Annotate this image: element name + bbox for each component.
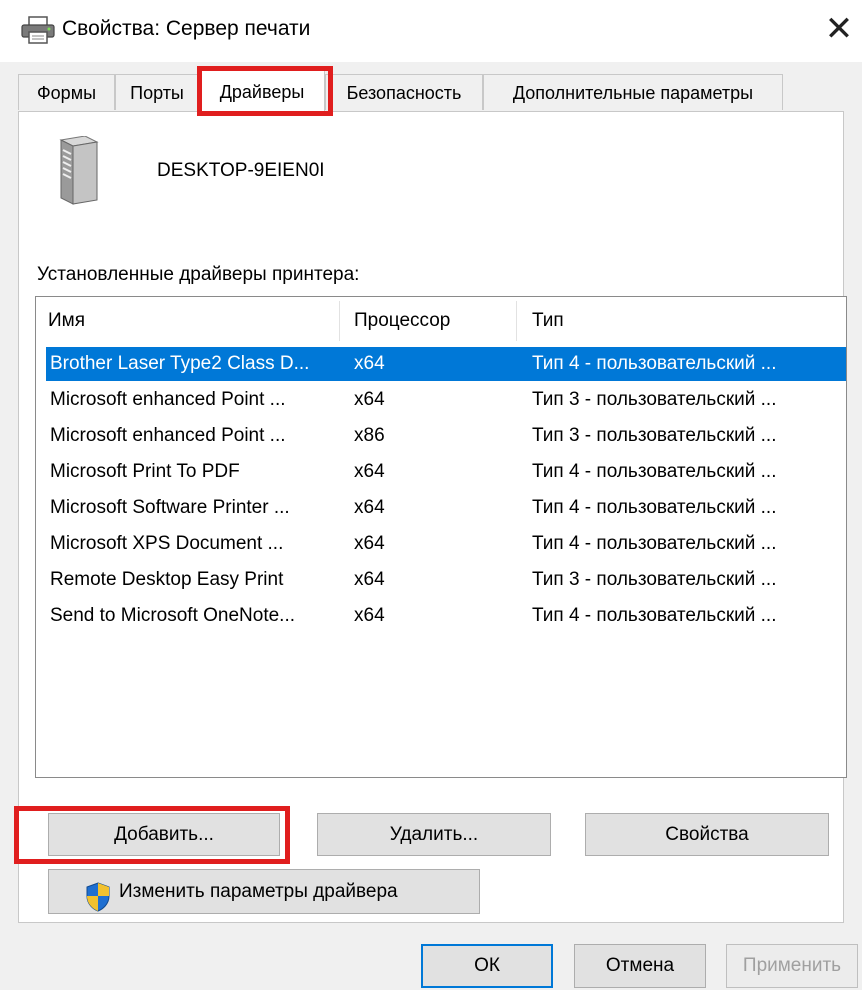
driver-type: Тип 3 - пользовательский ... (532, 569, 777, 590)
remove-driver-button[interactable]: Удалить... (317, 813, 551, 856)
driver-processor: x86 (354, 425, 385, 446)
driver-name: Microsoft enhanced Point ... (50, 389, 286, 410)
apply-button[interactable]: Применить (726, 944, 858, 988)
installed-drivers-label: Установленные драйверы принтера: (37, 264, 360, 285)
close-button[interactable]: ✕ (816, 8, 862, 50)
driver-name: Microsoft Software Printer ... (50, 497, 290, 518)
shield-icon (86, 882, 110, 912)
driver-type: Тип 4 - пользовательский ... (532, 533, 777, 554)
table-row[interactable]: Send to Microsoft OneNote... x64 Тип 4 -… (46, 599, 846, 633)
tab-security[interactable]: Безопасность (325, 74, 483, 110)
server-name: DESKTOP-9EIEN0I (157, 160, 325, 181)
drivers-panel: DESKTOP-9EIEN0I Установленные драйверы п… (18, 111, 847, 923)
table-row[interactable]: Brother Laser Type2 Class D... x64 Тип 4… (46, 347, 846, 381)
driver-processor: x64 (354, 497, 385, 518)
driver-processor: x64 (354, 461, 385, 482)
driver-processor: x64 (354, 569, 385, 590)
tab-advanced-settings[interactable]: Дополнительные параметры (483, 74, 783, 110)
driver-processor: x64 (354, 533, 385, 554)
tab-ports[interactable]: Порты (115, 74, 199, 110)
column-header-type[interactable]: Тип (520, 297, 846, 345)
driver-processor: x64 (354, 389, 385, 410)
title-bar: Свойства: Сервер печати ✕ (0, 0, 862, 62)
tab-forms[interactable]: Формы (18, 74, 115, 110)
drivers-list[interactable]: Имя Процессор Тип Brother Laser Type2 Cl… (35, 296, 847, 778)
driver-name: Send to Microsoft OneNote... (50, 605, 296, 626)
column-header-name[interactable]: Имя (36, 297, 336, 345)
table-row[interactable]: Microsoft enhanced Point ... x86 Тип 3 -… (46, 419, 846, 453)
change-driver-settings-button[interactable]: Изменить параметры драйвера (48, 869, 480, 914)
driver-name: Microsoft Print To PDF (50, 461, 240, 482)
server-tower-icon (59, 136, 99, 205)
window-title: Свойства: Сервер печати (62, 17, 311, 40)
add-driver-button[interactable]: Добавить... (48, 813, 280, 856)
driver-type: Тип 3 - пользовательский ... (532, 425, 777, 446)
driver-type: Тип 4 - пользовательский ... (532, 461, 777, 482)
change-driver-settings-label: Изменить параметры драйвера (119, 881, 398, 902)
cancel-button[interactable]: Отмена (574, 944, 706, 988)
column-divider[interactable] (516, 301, 517, 341)
driver-name: Microsoft XPS Document ... (50, 533, 284, 554)
column-divider[interactable] (339, 301, 340, 341)
table-row[interactable]: Microsoft enhanced Point ... x64 Тип 3 -… (46, 383, 846, 417)
driver-name: Microsoft enhanced Point ... (50, 425, 286, 446)
driver-type: Тип 4 - пользовательский ... (532, 497, 777, 518)
driver-type: Тип 4 - пользовательский ... (532, 605, 777, 626)
column-header-processor[interactable]: Процессор (342, 297, 522, 345)
driver-processor: x64 (354, 605, 385, 626)
tab-bar: Формы Порты Драйверы Безопасность Дополн… (18, 70, 818, 112)
ok-button[interactable]: ОК (421, 944, 553, 988)
driver-name: Remote Desktop Easy Print (50, 569, 284, 590)
table-row[interactable]: Microsoft Print To PDF x64 Тип 4 - польз… (46, 455, 846, 489)
table-row[interactable]: Remote Desktop Easy Print x64 Тип 3 - по… (46, 563, 846, 597)
driver-type: Тип 3 - пользовательский ... (532, 389, 777, 410)
table-row[interactable]: Microsoft Software Printer ... x64 Тип 4… (46, 491, 846, 525)
printer-icon (21, 16, 55, 44)
driver-processor: x64 (354, 353, 385, 374)
driver-type: Тип 4 - пользовательский ... (532, 353, 777, 374)
tab-drivers[interactable]: Драйверы (199, 70, 325, 112)
list-header: Имя Процессор Тип (36, 297, 846, 345)
driver-properties-button[interactable]: Свойства (585, 813, 829, 856)
table-row[interactable]: Microsoft XPS Document ... x64 Тип 4 - п… (46, 527, 846, 561)
driver-name: Brother Laser Type2 Class D... (50, 353, 310, 374)
